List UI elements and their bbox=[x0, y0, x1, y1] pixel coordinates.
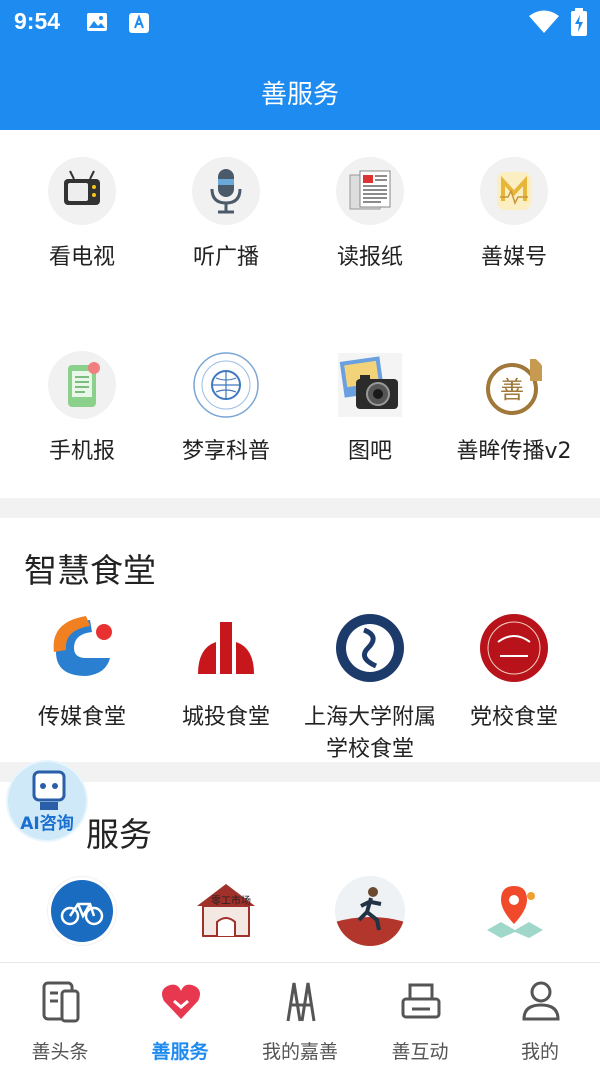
canteen-party-school[interactable]: 党校食堂 bbox=[442, 612, 586, 734]
media-grid-row-1: 看电视 听广播 读报纸 善媒号 bbox=[0, 157, 600, 297]
tile-watch-tv[interactable]: 看电视 bbox=[10, 157, 154, 271]
bridge-icon bbox=[286, 982, 316, 1022]
gallery-icon bbox=[86, 12, 108, 36]
map-pin-icon bbox=[479, 876, 549, 946]
tile-label: 党校食堂 bbox=[469, 705, 558, 730]
printer-icon bbox=[401, 983, 441, 1019]
canteen-chengtou[interactable]: 城投食堂 bbox=[154, 612, 298, 734]
tile-media-account[interactable]: 善媒号 bbox=[442, 157, 586, 271]
service-sports[interactable] bbox=[298, 876, 442, 946]
status-bar: 9:54 bbox=[0, 0, 600, 48]
services-row: 零工市场 bbox=[0, 876, 600, 956]
tab-label: 我的 bbox=[520, 1041, 559, 1063]
service-bicycle[interactable] bbox=[10, 876, 154, 946]
tile-label: 善眸传播v2 bbox=[456, 439, 572, 464]
status-time: 9:54 bbox=[14, 8, 61, 34]
tab-services[interactable]: 善服务 bbox=[120, 963, 240, 1066]
section-divider bbox=[0, 762, 600, 782]
tile-listen-radio[interactable]: 听广播 bbox=[154, 157, 298, 271]
canteen-shu-school[interactable]: 上海大学附属学校食堂 bbox=[298, 612, 442, 766]
tile-photo-gallery[interactable]: 图吧 bbox=[298, 351, 442, 465]
tab-label: 我的嘉善 bbox=[261, 1041, 338, 1063]
tab-interaction[interactable]: 善互动 bbox=[360, 963, 480, 1066]
runner-icon bbox=[335, 876, 405, 946]
market-icon: 零工市场 bbox=[191, 876, 261, 946]
svg-text:善: 善 bbox=[500, 376, 524, 404]
tile-science-popularization[interactable]: 梦享科普 bbox=[154, 351, 298, 465]
mobile-news-icon bbox=[48, 351, 116, 419]
user-icon bbox=[522, 981, 560, 1021]
app-store-icon bbox=[128, 12, 150, 38]
ai-consult-button[interactable]: AI咨询 bbox=[6, 760, 88, 842]
section-divider bbox=[0, 498, 600, 518]
service-map[interactable] bbox=[442, 876, 586, 946]
tile-shanmou-broadcast[interactable]: 善 善眸传播v2 bbox=[442, 351, 586, 465]
tile-label: 手机报 bbox=[48, 439, 115, 464]
ai-robot-icon bbox=[32, 770, 66, 810]
party-school-logo bbox=[478, 612, 550, 684]
svg-text:零工市场: 零工市场 bbox=[211, 894, 251, 907]
tile-label: 善媒号 bbox=[480, 245, 547, 270]
science-popularization-icon bbox=[192, 351, 260, 419]
page-title: 善服务 bbox=[260, 80, 339, 110]
media-account-icon bbox=[480, 157, 548, 225]
shanmou-icon: 善 bbox=[480, 351, 548, 419]
ai-consult-label: AI咨询 bbox=[20, 814, 74, 834]
tv-icon bbox=[48, 157, 116, 225]
tile-label: 梦享科普 bbox=[181, 439, 270, 464]
tab-label: 善服务 bbox=[151, 1041, 209, 1063]
tile-label: 城投食堂 bbox=[181, 705, 270, 730]
tab-label: 善头条 bbox=[31, 1041, 89, 1063]
header-bar: 善服务 bbox=[0, 48, 600, 130]
section-title-services: 服务 bbox=[86, 808, 152, 856]
canteen-media[interactable]: 传媒食堂 bbox=[10, 612, 154, 734]
tab-my-jiashan[interactable]: 我的嘉善 bbox=[240, 963, 360, 1066]
camera-photo-icon bbox=[336, 351, 404, 419]
microphone-icon bbox=[192, 157, 260, 225]
section-title-canteen: 智慧食堂 bbox=[24, 551, 156, 590]
newspaper-icon bbox=[336, 157, 404, 225]
tile-label: 上海大学附属学校食堂 bbox=[303, 705, 436, 762]
section-title-services-visible: 服务 bbox=[86, 815, 152, 854]
bicycle-icon bbox=[47, 876, 117, 946]
battery-charging-icon bbox=[570, 8, 588, 40]
shu-school-logo bbox=[334, 612, 406, 684]
tab-headlines[interactable]: 善头条 bbox=[0, 963, 120, 1066]
tab-label: 善互动 bbox=[391, 1041, 449, 1063]
news-icon bbox=[42, 981, 80, 1023]
wifi-icon bbox=[528, 10, 560, 38]
tile-read-newspaper[interactable]: 读报纸 bbox=[298, 157, 442, 271]
tile-label: 看电视 bbox=[48, 245, 115, 270]
canteen-row: 传媒食堂 城投食堂 上海大学附属学校食堂 党校食堂 bbox=[0, 612, 600, 762]
media-canteen-logo bbox=[46, 612, 118, 684]
tile-label: 图吧 bbox=[347, 439, 392, 464]
heart-icon bbox=[162, 984, 200, 1019]
service-market[interactable]: 零工市场 bbox=[154, 876, 298, 946]
media-grid-row-2: 手机报 梦享科普 图吧 善 善眸传播v2 bbox=[0, 351, 600, 491]
tile-label: 听广播 bbox=[192, 245, 259, 270]
tab-profile[interactable]: 我的 bbox=[480, 963, 600, 1066]
tile-mobile-news[interactable]: 手机报 bbox=[10, 351, 154, 465]
chengtou-logo bbox=[190, 612, 262, 684]
tile-label: 读报纸 bbox=[336, 245, 403, 270]
tile-label: 传媒食堂 bbox=[37, 705, 126, 730]
bottom-tab-bar: 善头条 善服务 我的嘉善 善互动 我的 bbox=[0, 962, 600, 1066]
